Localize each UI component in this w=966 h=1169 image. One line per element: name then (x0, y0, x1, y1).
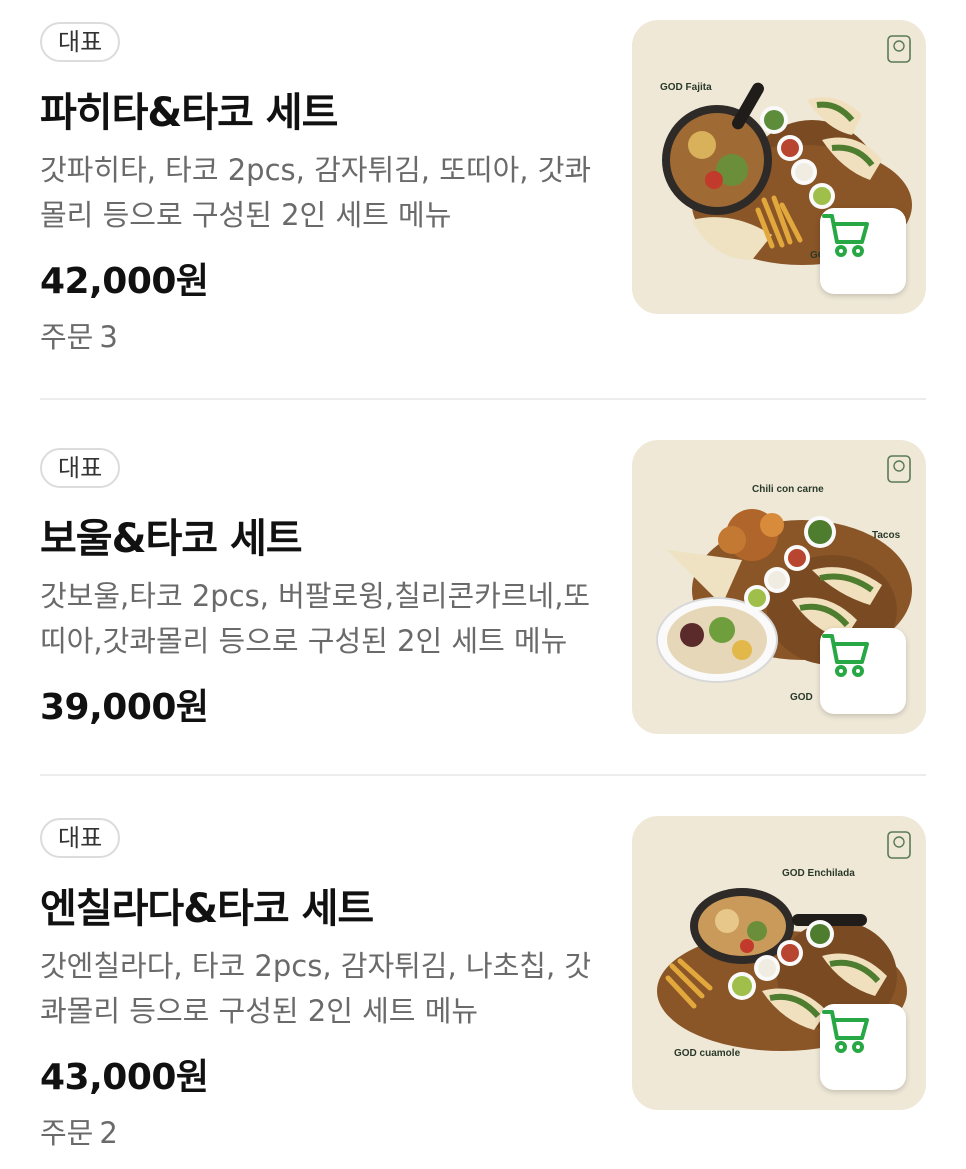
menu-item-price: 39,000원 (40, 687, 209, 728)
order-count-value: 2 (99, 1116, 118, 1150)
menu-item-photo[interactable]: Chili con carne Tacos GOD (632, 440, 926, 734)
order-count-value: 3 (99, 320, 118, 354)
cart-icon (822, 634, 869, 677)
photo-label: GOD Enchilada (782, 868, 855, 879)
menu-item-name[interactable]: 보울&타코 세트 (40, 506, 303, 564)
menu-item[interactable]: 대표 보울&타코 세트 갓보울,타코 2pcs, 버팔로윙,칠리콘카르네,또띠아… (0, 400, 966, 774)
menu-item-description: 갓보울,타코 2pcs, 버팔로윙,칠리콘카르네,또띠아,갓콰몰리 등으로 구성… (40, 579, 591, 658)
menu-item-price: 43,000원 (40, 1057, 209, 1098)
cart-icon (822, 214, 869, 257)
menu-item-photo[interactable]: GOD Enchilada GOD cuamole (632, 816, 926, 1110)
add-to-cart-button[interactable] (820, 628, 906, 714)
menu-item-photo[interactable]: GOD Fajita GO (632, 20, 926, 314)
cart-icon (822, 1010, 869, 1053)
add-to-cart-button[interactable] (820, 1004, 906, 1090)
signature-badge: 대표 (40, 448, 121, 488)
signature-badge: 대표 (40, 22, 121, 62)
menu-item[interactable]: 대표 엔칠라다&타코 세트 갓엔칠라다, 타코 2pcs, 감자튀김, 나초칩,… (0, 776, 966, 1169)
order-count-label: 주문 (40, 1116, 94, 1150)
menu-item-description: 갓파히타, 타코 2pcs, 감자튀김, 또띠아, 갓콰몰리 등으로 구성된 2… (40, 153, 592, 232)
menu-item-name[interactable]: 파히타&타코 세트 (40, 80, 338, 138)
menu-item-description: 갓엔칠라다, 타코 2pcs, 감자튀김, 나초칩, 갓콰몰리 등으로 구성된 … (40, 949, 592, 1028)
photo-label: GOD Fajita (660, 82, 712, 93)
add-to-cart-button[interactable] (820, 208, 906, 294)
logo-icon (887, 455, 911, 483)
menu-item-price: 42,000원 (40, 261, 209, 302)
menu-item[interactable]: 대표 파히타&타코 세트 갓파히타, 타코 2pcs, 감자튀김, 또띠아, 갓… (0, 0, 966, 398)
order-count: 주문 2 (40, 1110, 118, 1152)
order-count: 주문 3 (40, 314, 118, 356)
menu-item-name[interactable]: 엔칠라다&타코 세트 (40, 876, 374, 934)
photo-label: GOD cuamole (674, 1048, 741, 1059)
order-count-label: 주문 (40, 320, 94, 354)
logo-icon (887, 831, 911, 859)
photo-label: GOD (790, 692, 813, 703)
photo-label: Chili con carne (752, 484, 824, 495)
signature-badge: 대표 (40, 818, 121, 858)
photo-label: Tacos (872, 530, 901, 541)
logo-icon (887, 35, 911, 63)
